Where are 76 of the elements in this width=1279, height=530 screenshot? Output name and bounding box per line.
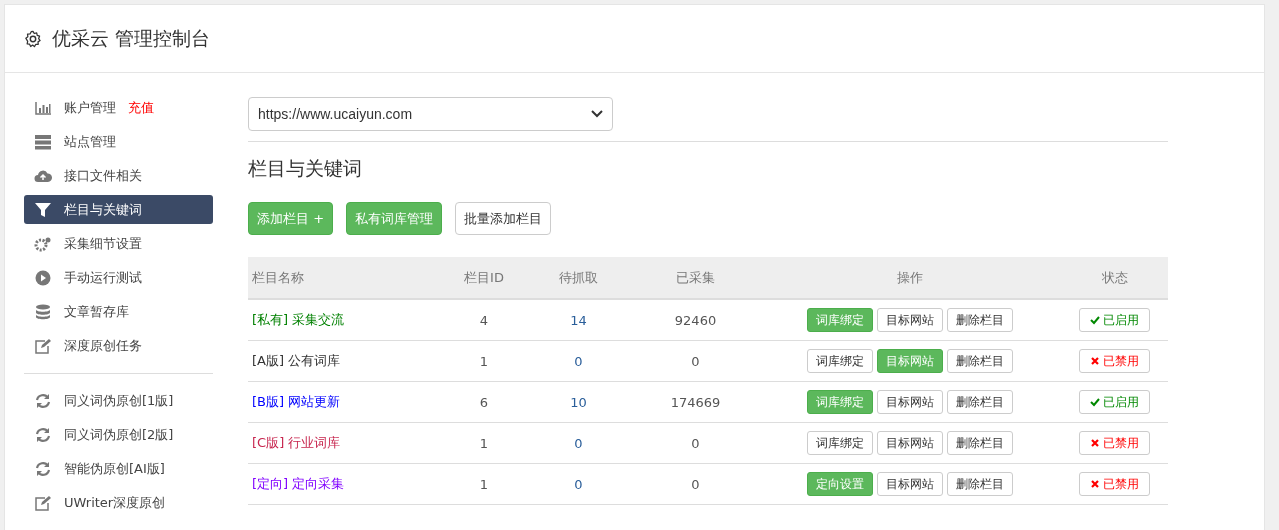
column-header: 操作: [759, 257, 1061, 299]
column-header: 待抓取: [525, 257, 632, 299]
table-cell: 0: [632, 463, 759, 505]
action-button[interactable]: 删除栏目: [947, 349, 1013, 373]
console-title: 优采云 管理控制台: [52, 25, 211, 51]
status-button[interactable]: 已禁用: [1079, 472, 1150, 496]
column-header: 已采集: [632, 257, 759, 299]
site-select[interactable]: https://www.ucaiyun.com: [248, 97, 613, 131]
column-name-cell: [C版] 行业词库: [248, 422, 443, 464]
action-button[interactable]: 删除栏目: [947, 472, 1013, 496]
refresh-icon: [34, 426, 52, 443]
status-button[interactable]: 已禁用: [1079, 349, 1150, 373]
sidebar-item[interactable]: 手动运行测试: [24, 263, 213, 292]
check-icon: [1090, 397, 1100, 407]
recharge-link[interactable]: 充值: [128, 98, 154, 117]
sidebar-item[interactable]: 同义词伪原创[1版]: [24, 386, 213, 415]
sidebar-item[interactable]: 采集细节设置: [24, 229, 213, 258]
table-cell: 14: [525, 299, 632, 341]
table-cell: 174669: [632, 381, 759, 423]
column-name-cell: [A版] 公有词库: [248, 340, 443, 382]
table-cell: 92460: [632, 299, 759, 341]
edit-icon: [34, 337, 52, 354]
bar-chart-icon: [34, 99, 52, 116]
action-button[interactable]: 目标网站: [877, 308, 943, 332]
action-button[interactable]: 目标网站: [877, 472, 943, 496]
table-cell: 1: [443, 422, 525, 464]
table-cell: 1: [443, 340, 525, 382]
column-header: 状态: [1061, 257, 1168, 299]
settings-icon: [24, 29, 42, 48]
table-cell: 4: [443, 299, 525, 341]
action-button[interactable]: 目标网站: [877, 431, 943, 455]
status-button[interactable]: 已启用: [1079, 390, 1150, 414]
column-name-cell: [B版] 网站更新: [248, 381, 443, 423]
cross-icon: [1090, 438, 1100, 448]
action-button[interactable]: 删除栏目: [947, 308, 1013, 332]
sidebar-item[interactable]: 深度原创任务: [24, 331, 213, 360]
column-header: 栏目名称: [248, 257, 443, 299]
action-button[interactable]: 删除栏目: [947, 390, 1013, 414]
column-name-cell: [私有] 采集交流: [248, 299, 443, 341]
table-cell: 0: [632, 340, 759, 382]
table-cell: 0: [632, 422, 759, 464]
sidebar-item[interactable]: 智能伪原创[AI版]: [24, 454, 213, 483]
cross-icon: [1090, 479, 1100, 489]
action-button[interactable]: 删除栏目: [947, 431, 1013, 455]
table-cell: 0: [525, 463, 632, 505]
cross-icon: [1090, 356, 1100, 366]
sidebar-item[interactable]: 账户管理: [64, 98, 116, 117]
section-title: 栏目与关键词: [248, 156, 363, 181]
status-button[interactable]: 已禁用: [1079, 431, 1150, 455]
table-cell: 0: [525, 422, 632, 464]
table-cell: 0: [525, 340, 632, 382]
refresh-icon: [34, 392, 52, 409]
server-icon: [34, 133, 52, 150]
sidebar-item[interactable]: 同义词伪原创[2版]: [24, 420, 213, 449]
action-button[interactable]: 词库绑定: [807, 349, 873, 373]
database-icon: [34, 303, 52, 320]
sidebar-item[interactable]: 接口文件相关: [24, 161, 213, 190]
table-cell: 6: [443, 381, 525, 423]
table-cell: 1: [443, 463, 525, 505]
table-cell: 10: [525, 381, 632, 423]
play-icon: [34, 269, 52, 286]
sidebar-item[interactable]: 栏目与关键词: [24, 195, 213, 224]
column-header: 栏目ID: [443, 257, 525, 299]
check-icon: [1090, 315, 1100, 325]
status-button[interactable]: 已启用: [1079, 308, 1150, 332]
sidebar-item[interactable]: 站点管理: [24, 127, 213, 156]
sidebar-item[interactable]: UWriter深度原创: [24, 488, 213, 517]
action-button[interactable]: 词库绑定: [807, 431, 873, 455]
sidebar-item[interactable]: 文章暂存库: [24, 297, 213, 326]
toolbar-button[interactable]: 批量添加栏目: [455, 202, 552, 235]
filter-icon: [34, 201, 52, 218]
action-button[interactable]: 目标网站: [877, 390, 943, 414]
column-name-cell: [定向] 定向采集: [248, 463, 443, 505]
chevron-down-icon: [591, 110, 603, 118]
edit-icon: [34, 494, 52, 511]
refresh-icon: [34, 460, 52, 477]
